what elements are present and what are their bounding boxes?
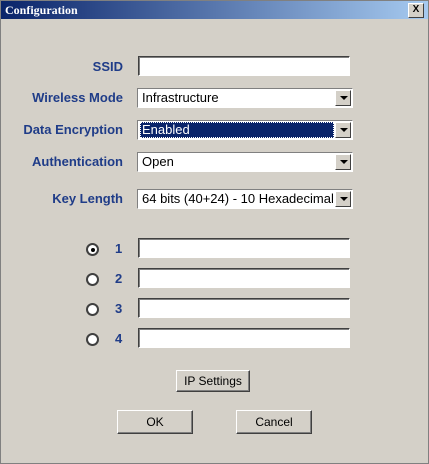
data-encryption-select[interactable]: Enabled (137, 120, 353, 140)
ssid-input[interactable] (138, 56, 350, 76)
data-encryption-value: Enabled (140, 122, 334, 138)
chevron-down-icon[interactable] (335, 122, 351, 138)
authentication-select[interactable]: Open (137, 152, 353, 172)
key-4-radio[interactable] (86, 333, 99, 346)
cancel-button[interactable]: Cancel (236, 410, 312, 434)
key-3-input[interactable] (138, 298, 350, 318)
key-2-input[interactable] (138, 268, 350, 288)
authentication-label: Authentication (32, 154, 123, 169)
wireless-mode-select[interactable]: Infrastructure (137, 88, 353, 108)
key-2-label: 2 (115, 271, 123, 286)
chevron-down-icon[interactable] (335, 154, 351, 170)
chevron-down-icon[interactable] (335, 90, 351, 106)
ssid-label: SSID (92, 59, 123, 74)
ip-settings-button[interactable]: IP Settings (176, 370, 250, 392)
key-1-radio[interactable] (86, 243, 99, 256)
key-length-label: Key Length (52, 191, 123, 206)
wireless-mode-value: Infrastructure (142, 90, 219, 105)
key-3-label: 3 (115, 301, 123, 316)
key-1-input[interactable] (138, 238, 350, 258)
ok-button[interactable]: OK (117, 410, 193, 434)
key-1-label: 1 (115, 241, 123, 256)
configuration-dialog: Configuration X SSID Wireless Mode Infra… (0, 0, 429, 464)
authentication-value: Open (142, 154, 174, 169)
key-length-select[interactable]: 64 bits (40+24) - 10 Hexadecimal (137, 189, 353, 209)
key-3-radio[interactable] (86, 303, 99, 316)
key-2-radio[interactable] (86, 273, 99, 286)
key-4-input[interactable] (138, 328, 350, 348)
wireless-mode-label: Wireless Mode (32, 90, 123, 105)
key-4-label: 4 (115, 331, 123, 346)
chevron-down-icon[interactable] (335, 191, 351, 207)
data-encryption-label: Data Encryption (23, 122, 123, 137)
close-button[interactable]: X (408, 3, 424, 18)
title-bar: Configuration X (1, 1, 428, 19)
dialog-body: SSID Wireless Mode Infrastructure Data E… (2, 20, 427, 462)
key-length-value: 64 bits (40+24) - 10 Hexadecimal (142, 191, 334, 206)
window-title: Configuration (5, 3, 78, 17)
